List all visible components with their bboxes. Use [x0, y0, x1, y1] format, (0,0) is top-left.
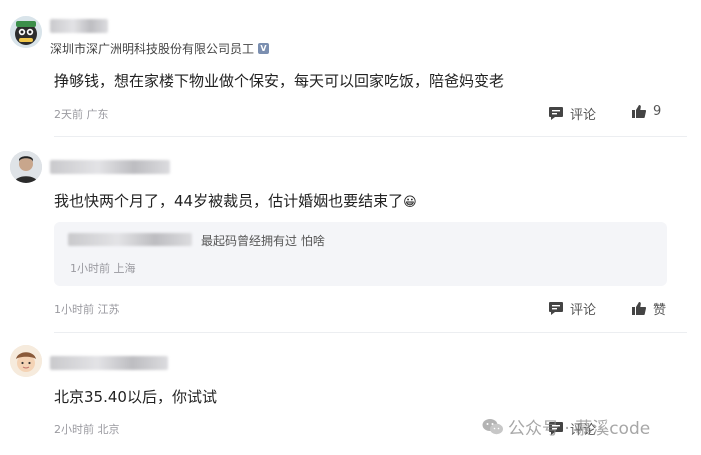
- reply-username-blurred[interactable]: [68, 233, 192, 246]
- username-blurred[interactable]: [50, 356, 168, 370]
- avatar-image: [10, 345, 42, 377]
- reply-box[interactable]: 最起码曾经拥有过 怕啥 1小时前 上海: [54, 222, 667, 286]
- thumbs-up-icon: [632, 302, 647, 316]
- watermark: 公众号 · 慕溪code: [482, 414, 650, 439]
- verified-badge-icon: V: [258, 43, 270, 54]
- comment-text: 我也快两个月了，44岁被裁员，估计婚姻也要结束了😀: [54, 190, 417, 211]
- reply-time: 1小时前: [70, 262, 110, 275]
- avatar-image: [10, 16, 42, 48]
- comment-location: 江苏: [97, 303, 120, 316]
- like-button[interactable]: 9: [631, 104, 661, 119]
- reply-meta: 1小时前 上海: [70, 260, 136, 276]
- watermark-text: 公众号 · 慕溪code: [508, 419, 651, 439]
- comment-meta: 1小时前 江苏: [54, 301, 120, 317]
- like-button[interactable]: 赞: [631, 299, 666, 318]
- username-blurred[interactable]: [50, 19, 108, 33]
- reply-text: 最起码曾经拥有过 怕啥: [201, 234, 325, 248]
- comment-meta: 2小时前 北京: [54, 421, 120, 437]
- comment-location: 北京: [97, 423, 120, 436]
- comment-item: 深圳市深广洲明科技股份有限公司员工 V 挣够钱，想在家楼下物业做个保安，每天可以…: [0, 0, 701, 136]
- comment-meta: 2天前 广东: [54, 106, 109, 122]
- avatar[interactable]: [10, 345, 42, 377]
- wechat-icon: [482, 418, 503, 434]
- avatar-image: [10, 151, 42, 183]
- comment-item: 我也快两个月了，44岁被裁员，估计婚姻也要结束了😀 最起码曾经拥有过 怕啥 1小…: [0, 137, 701, 332]
- comment-text: 北京35.40以后，你试试: [54, 388, 217, 406]
- thumbs-up-icon: [632, 105, 647, 119]
- reply-button[interactable]: 评论: [548, 299, 596, 318]
- comment-text: 挣够钱，想在家楼下物业做个保安，每天可以回家吃饭，陪爸妈变老: [54, 72, 505, 90]
- reply-label: 评论: [570, 303, 597, 318]
- comment-time: 2天前: [54, 108, 83, 121]
- comment-text-content: 我也快两个月了，44岁被裁员，估计婚姻也要结束了: [54, 192, 404, 210]
- avatar[interactable]: [10, 151, 42, 183]
- avatar[interactable]: [10, 16, 42, 48]
- comment-time: 2小时前: [54, 423, 94, 436]
- reply-button[interactable]: 评论: [548, 104, 596, 123]
- user-title: 深圳市深广洲明科技股份有限公司员工 V: [50, 40, 270, 57]
- like-label: 赞: [653, 303, 667, 318]
- comment-icon: [549, 302, 563, 315]
- user-title-text: 深圳市深广洲明科技股份有限公司员工: [50, 42, 255, 56]
- username-blurred[interactable]: [50, 160, 170, 174]
- emoji-icon: 😀: [403, 195, 417, 210]
- comment-icon: [549, 107, 563, 120]
- comment-time: 1小时前: [54, 303, 94, 316]
- reply-label: 评论: [570, 108, 597, 123]
- comment-location: 广东: [86, 108, 109, 121]
- like-count: 9: [653, 104, 662, 119]
- reply-location: 上海: [113, 262, 136, 275]
